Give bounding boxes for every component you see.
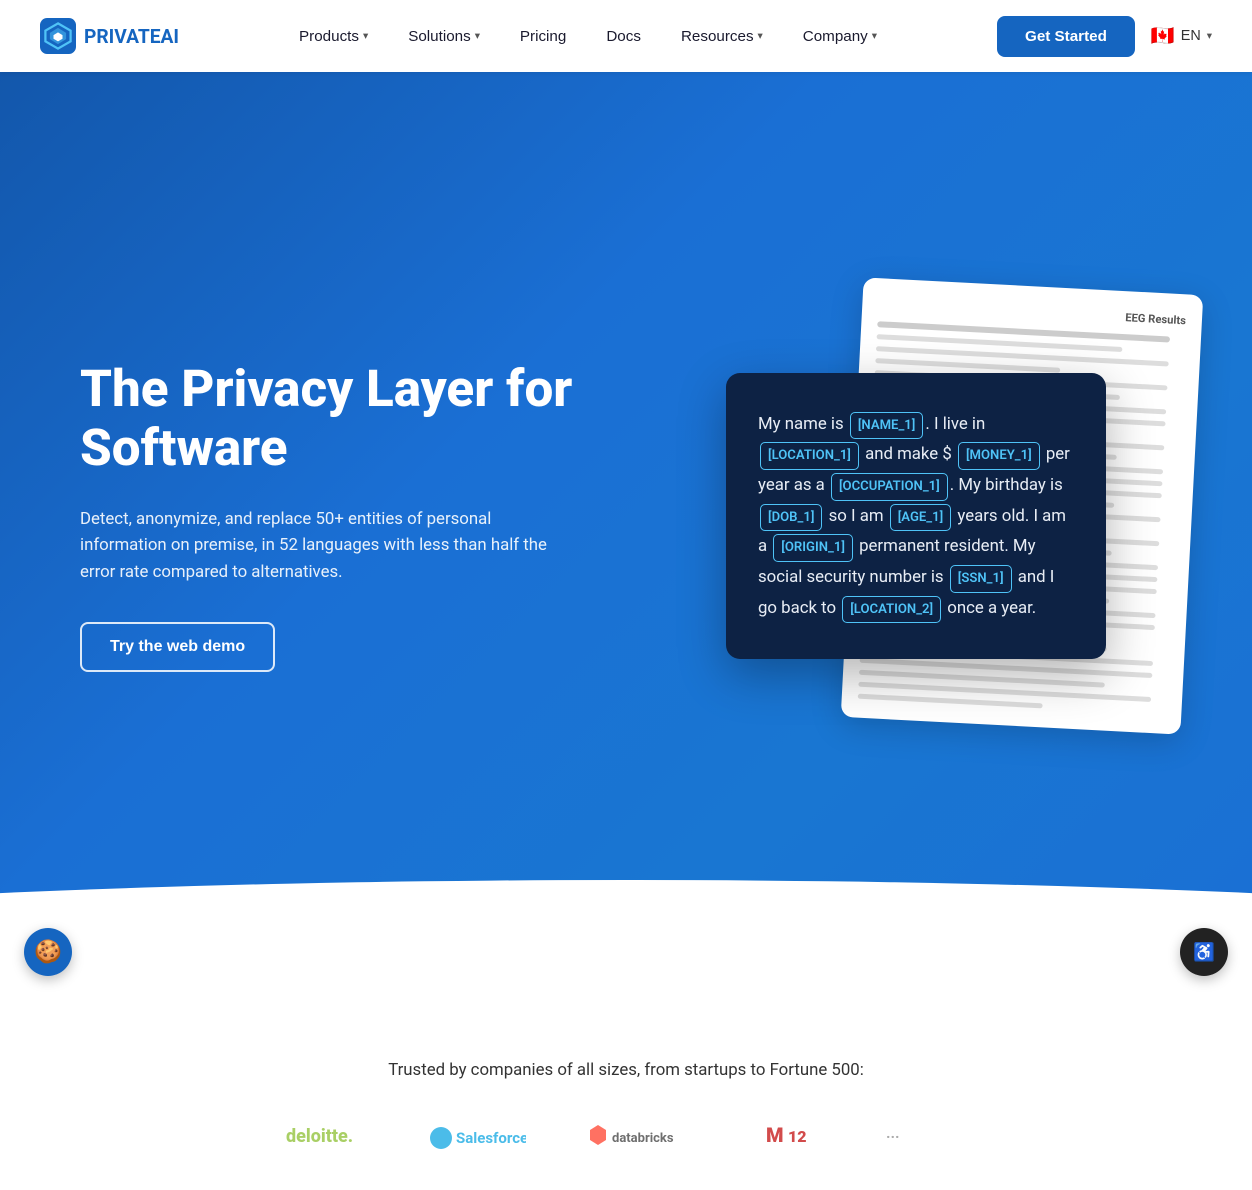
svg-text:12: 12 xyxy=(788,1127,807,1146)
trusted-section: Trusted by companies of all sizes, from … xyxy=(0,1000,1252,1190)
language-selector[interactable]: 🇨🇦 EN ▾ xyxy=(1151,24,1212,48)
accessibility-button[interactable]: ♿ xyxy=(1180,928,1228,976)
money-tag: [MONEY_1] xyxy=(958,442,1040,470)
svg-text:deloitte.: deloitte. xyxy=(286,1126,353,1147)
logo-databricks: databricks xyxy=(586,1120,706,1150)
cookie-icon: 🍪 xyxy=(34,939,62,965)
nav-products[interactable]: Products ▾ xyxy=(283,20,384,53)
logo-text: PRIVATEAI xyxy=(84,25,179,48)
hero-heading: The Privacy Layer for Software xyxy=(80,360,600,478)
hero-description: Detect, anonymize, and replace 50+ entit… xyxy=(80,506,560,587)
nav-pricing[interactable]: Pricing xyxy=(504,20,582,53)
demo-card-text: My name is [NAME_1]. I live in [LOCATION… xyxy=(758,409,1074,623)
company-chevron-icon: ▾ xyxy=(872,30,877,42)
databricks-logo-icon: databricks xyxy=(586,1120,706,1150)
nav-right: Get Started 🇨🇦 EN ▾ xyxy=(997,16,1212,57)
location2-tag: [LOCATION_2] xyxy=(842,596,941,624)
resources-chevron-icon: ▾ xyxy=(758,30,763,42)
hero-content: The Privacy Layer for Software Detect, a… xyxy=(0,72,1252,1000)
other-logo-icon: ··· xyxy=(886,1120,966,1150)
svg-text:Salesforce: Salesforce xyxy=(456,1129,526,1147)
flag-icon: 🇨🇦 xyxy=(1151,24,1175,48)
logo-m12: M 12 xyxy=(766,1120,826,1150)
try-demo-button[interactable]: Try the web demo xyxy=(80,622,275,672)
demo-card: My name is [NAME_1]. I live in [LOCATION… xyxy=(726,373,1106,659)
occupation-tag: [OCCUPATION_1] xyxy=(831,473,948,501)
logo-deloitte: deloitte. xyxy=(286,1120,366,1150)
solutions-chevron-icon: ▾ xyxy=(475,30,480,42)
salesforce-logo-icon: Salesforce xyxy=(426,1120,526,1150)
get-started-button[interactable]: Get Started xyxy=(997,16,1135,57)
products-chevron-icon: ▾ xyxy=(363,30,368,42)
nav-company[interactable]: Company ▾ xyxy=(787,20,893,53)
nav-docs[interactable]: Docs xyxy=(590,20,657,53)
logo[interactable]: PRIVATEAI xyxy=(40,18,179,54)
logo-salesforce: Salesforce xyxy=(426,1120,526,1150)
logo-other: ··· xyxy=(886,1120,966,1150)
accessibility-icon: ♿ xyxy=(1193,942,1215,963)
trusted-heading: Trusted by companies of all sizes, from … xyxy=(40,1060,1212,1080)
dob-tag: [DOB_1] xyxy=(760,504,822,532)
logo-icon xyxy=(40,18,76,54)
nav-resources[interactable]: Resources ▾ xyxy=(665,20,779,53)
cookie-button[interactable]: 🍪 xyxy=(24,928,72,976)
navbar: PRIVATEAI Products ▾ Solutions ▾ Pricing… xyxy=(0,0,1252,72)
hero-left: The Privacy Layer for Software Detect, a… xyxy=(80,360,600,672)
svg-text:···: ··· xyxy=(886,1128,900,1146)
deloitte-logo-icon: deloitte. xyxy=(286,1120,366,1150)
ssn-tag: [SSN_1] xyxy=(950,565,1012,593)
m12-logo-icon: M 12 xyxy=(766,1120,826,1150)
nav-solutions[interactable]: Solutions ▾ xyxy=(392,20,496,53)
location1-tag: [LOCATION_1] xyxy=(760,442,859,470)
hero-section: The Privacy Layer for Software Detect, a… xyxy=(0,0,1252,1000)
svg-text:M: M xyxy=(766,1123,784,1147)
age-tag: [AGE_1] xyxy=(890,504,952,532)
hero-right: EEG Results xyxy=(660,276,1172,756)
lang-chevron-icon: ▾ xyxy=(1207,30,1212,42)
trusted-logos: deloitte. Salesforce databricks M 12 ··· xyxy=(40,1120,1212,1150)
hero-wave xyxy=(0,880,1252,1000)
name-tag: [NAME_1] xyxy=(850,412,924,440)
svg-text:databricks: databricks xyxy=(612,1131,674,1146)
nav-links: Products ▾ Solutions ▾ Pricing Docs Reso… xyxy=(283,20,893,53)
origin-tag: [ORIGIN_1] xyxy=(773,534,853,562)
